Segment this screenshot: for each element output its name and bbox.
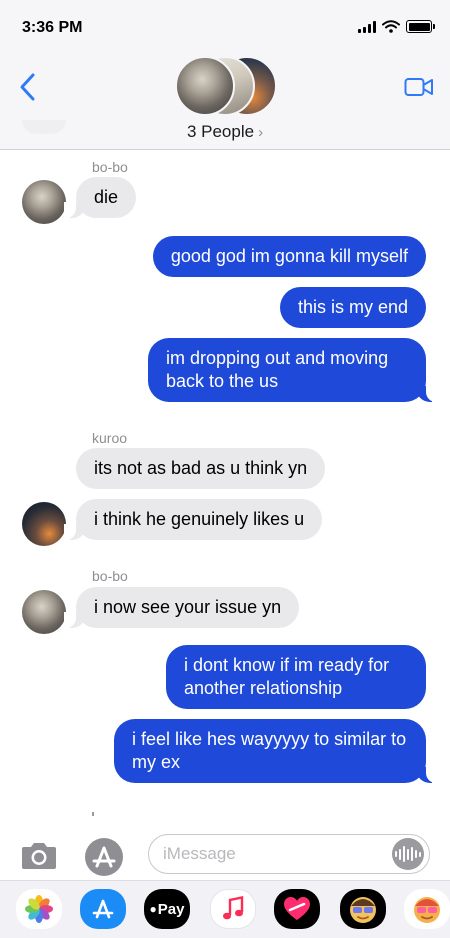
waveform-icon <box>395 846 421 862</box>
cellular-signal-icon <box>358 20 376 33</box>
status-bar: 3:36 PM <box>0 0 450 56</box>
sender-name: bo-bo <box>92 159 128 175</box>
camera-button[interactable] <box>20 842 58 870</box>
status-icons <box>358 20 435 33</box>
memoji-icon[interactable] <box>340 889 386 929</box>
avatar-bo-bo[interactable] <box>22 590 66 634</box>
message-bubble-outgoing[interactable]: i dont know if im ready for another rela… <box>166 645 426 709</box>
app-store-button[interactable] <box>84 837 124 877</box>
back-button[interactable] <box>18 72 38 102</box>
memoji-stickers-icon[interactable] <box>404 889 450 929</box>
video-call-button[interactable] <box>404 77 434 97</box>
avatar-kuroo[interactable] <box>22 502 66 546</box>
group-name[interactable]: 3 People › <box>0 122 450 142</box>
wifi-icon <box>382 20 400 33</box>
music-app-icon[interactable] <box>210 889 256 929</box>
digital-touch-icon[interactable] <box>274 889 320 929</box>
video-camera-icon <box>404 78 433 96</box>
message-bubble-incoming[interactable]: i now see your issue yn <box>63 587 300 628</box>
battery-icon <box>406 20 435 33</box>
sender-name: bo-bo <box>92 568 128 584</box>
photos-app-icon[interactable] <box>16 889 62 929</box>
typing-indicator-mark <box>92 812 94 816</box>
people-count-label: 3 People <box>186 122 255 141</box>
status-time: 3:36 PM <box>22 19 83 36</box>
message-bubble-outgoing[interactable]: im dropping out and moving back to the u… <box>148 338 438 402</box>
message-bubble-incoming[interactable]: its not as bad as u think yn <box>76 448 326 489</box>
sender-name: kuroo <box>92 430 128 446</box>
message-bubble-incoming[interactable]: die <box>63 177 137 218</box>
camera-icon <box>22 843 56 869</box>
app-drawer: ● Pay <box>0 880 450 938</box>
avatar-bo-bo[interactable] <box>22 180 66 224</box>
message-bubble-incoming[interactable]: i think he genuinely likes u <box>63 499 323 540</box>
apple-pay-label: Pay <box>157 900 185 918</box>
message-bubble-outgoing[interactable]: this is my end <box>279 287 426 328</box>
audio-message-button[interactable] <box>392 838 424 870</box>
chevron-left-icon <box>20 73 35 101</box>
group-avatars[interactable] <box>175 56 279 116</box>
app-store-icon[interactable] <box>80 889 126 929</box>
message-bubble-outgoing[interactable]: good god im gonna kill myself <box>152 236 426 277</box>
apple-logo-icon: ● <box>149 902 157 916</box>
chevron-right-icon: › <box>258 124 264 141</box>
message-bubble-outgoing[interactable]: i feel like hes wayyyyy to similar to my… <box>114 719 438 783</box>
imessage-text-field[interactable] <box>148 834 430 874</box>
message-input-bar <box>0 830 450 878</box>
group-avatar-1 <box>175 56 235 116</box>
apple-pay-icon[interactable]: ● Pay <box>144 889 190 929</box>
app-store-a-icon <box>85 838 123 876</box>
